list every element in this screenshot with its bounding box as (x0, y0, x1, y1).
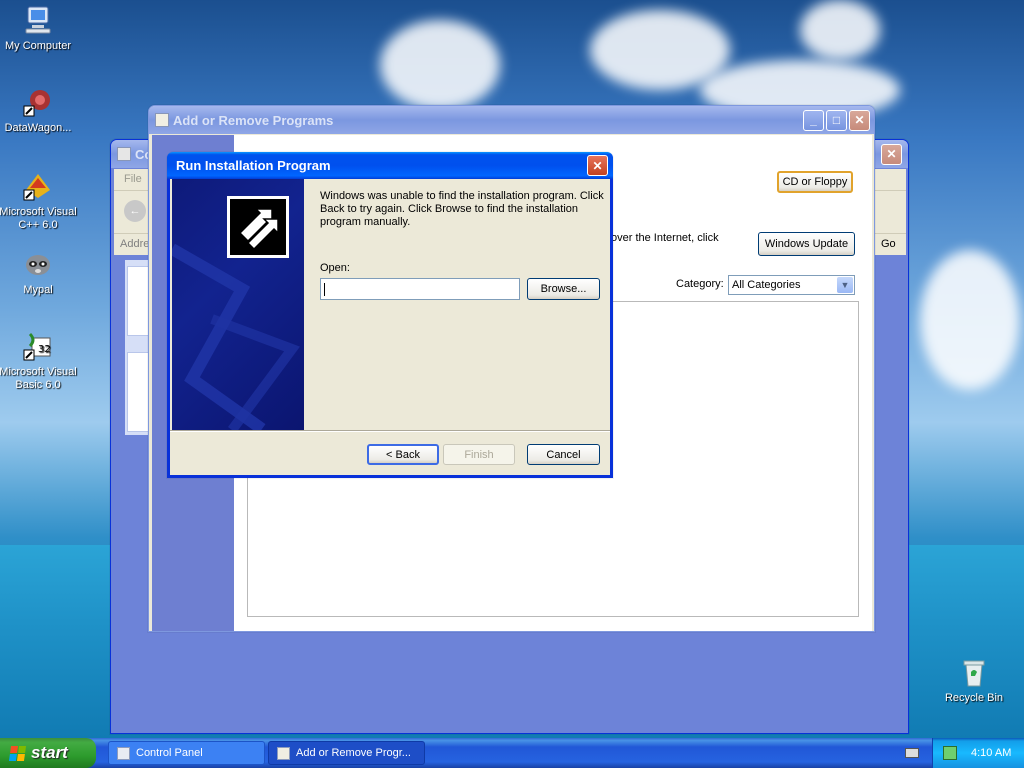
desktop-icon-mypal[interactable]: Mypal (0, 248, 80, 297)
browse-button[interactable]: Browse... (527, 278, 600, 300)
desktop-icon-label: Recycle Bin (944, 692, 1004, 704)
dialog-separator (170, 430, 610, 432)
address-label: Addre (120, 238, 150, 250)
desktop-icon-visual-cpp[interactable]: Microsoft Visual C++ 6.0 (0, 170, 80, 232)
desktop-icon-recycle-bin[interactable]: Recycle Bin (932, 656, 1016, 705)
category-select[interactable]: All Categories ▼ (728, 275, 855, 295)
installer-icon (227, 196, 289, 258)
category-label: Category: (676, 278, 724, 290)
taskbar-item-control-panel[interactable]: Control Panel (108, 741, 265, 765)
taskbar: start Control Panel Add or Remove Progr.… (0, 738, 1024, 768)
minimize-icon[interactable]: _ (803, 109, 824, 131)
taskbar-item-add-remove[interactable]: Add or Remove Progr... (268, 741, 425, 765)
add-remove-titlebar[interactable]: Add or Remove Programs _ □ ✕ (149, 106, 874, 134)
go-button[interactable]: Go (881, 238, 896, 250)
start-button[interactable]: start (0, 738, 96, 768)
cd-or-floppy-button[interactable]: CD or Floppy (777, 171, 853, 193)
desktop-icon-label: Microsoft Visual Basic 6.0 (0, 366, 77, 391)
datawagon-icon (23, 90, 50, 117)
back-arrow-icon[interactable]: ← (124, 200, 146, 222)
visual-basic-icon: 32 (23, 332, 51, 361)
network-icon[interactable] (943, 746, 957, 760)
keyboard-icon[interactable] (905, 748, 919, 758)
chevron-down-icon[interactable]: ▼ (837, 277, 853, 293)
dialog-titlebar[interactable]: Run Installation Program ✕ (167, 152, 613, 179)
open-label: Open: (320, 262, 350, 274)
add-remove-title: Add or Remove Programs (173, 112, 334, 128)
desktop-icon-my-computer[interactable]: My Computer (0, 4, 80, 53)
taskbar-item-label: Add or Remove Progr... (296, 747, 411, 759)
desktop-icon-label: Microsoft Visual C++ 6.0 (0, 206, 77, 231)
computer-icon (25, 6, 51, 34)
windows-logo-icon (8, 745, 27, 761)
internet-text: over the Internet, click (611, 232, 719, 244)
wallpaper-cloud (800, 0, 880, 60)
system-tray: 4:10 AM (932, 738, 1024, 768)
back-button[interactable]: < Back (367, 444, 439, 465)
maximize-icon[interactable]: □ (826, 109, 847, 131)
taskbar-item-label: Control Panel (136, 747, 203, 759)
cancel-button[interactable]: Cancel (527, 444, 600, 465)
mypal-raccoon-icon (26, 255, 50, 275)
close-icon[interactable]: ✕ (849, 109, 870, 131)
desktop-icon-visual-basic[interactable]: 32 Microsoft Visual Basic 6.0 (0, 330, 80, 392)
recycle-bin-icon (963, 660, 985, 687)
desktop-icon-label: My Computer (4, 40, 72, 52)
category-select-value: All Categories (732, 279, 801, 291)
open-input[interactable] (320, 278, 520, 300)
finish-button[interactable]: Finish (443, 444, 515, 465)
close-icon[interactable]: ✕ (881, 143, 902, 165)
dialog-message: Windows was unable to find the installat… (320, 190, 604, 228)
add-remove-icon (277, 746, 290, 760)
start-label: start (31, 743, 68, 762)
dialog-title: Run Installation Program (176, 158, 331, 173)
wallpaper-cloud (920, 250, 1020, 390)
installer-arrows-icon (230, 199, 286, 255)
windows-update-button[interactable]: Windows Update (758, 232, 855, 256)
svg-text:32: 32 (38, 344, 51, 355)
close-icon[interactable]: ✕ (587, 155, 608, 176)
desktop-icon-datawagon[interactable]: DataWagon... (0, 86, 80, 135)
wizard-banner (172, 179, 304, 430)
run-installation-dialog: Run Installation Program ✕ Windows was u… (167, 152, 613, 478)
wallpaper-cloud (380, 20, 500, 110)
desktop-icon-label: Mypal (23, 284, 53, 296)
control-panel-icon (117, 147, 131, 161)
text-cursor (324, 283, 325, 296)
clock[interactable]: 4:10 AM (971, 747, 1011, 759)
menu-file[interactable]: File (124, 173, 142, 185)
visual-cpp-icon (23, 174, 50, 201)
control-panel-icon (117, 746, 130, 760)
desktop-icon-label: DataWagon... (4, 122, 72, 134)
add-remove-icon (155, 113, 169, 127)
